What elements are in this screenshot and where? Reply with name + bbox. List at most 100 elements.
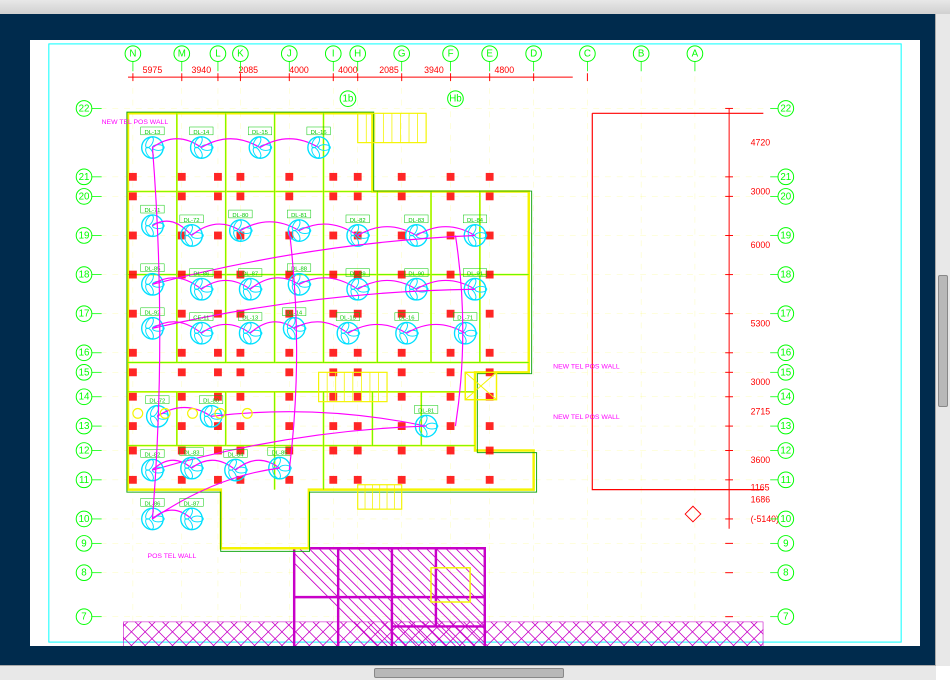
- column-marker: [129, 271, 137, 279]
- svg-text:J: J: [287, 49, 292, 60]
- svg-text:I: I: [332, 49, 335, 60]
- column-marker: [178, 368, 186, 376]
- svg-text:13: 13: [780, 421, 791, 432]
- wiring: [358, 227, 417, 236]
- column-marker: [329, 271, 337, 279]
- column-marker: [129, 349, 137, 357]
- column-marker: [354, 422, 362, 430]
- column-marker: [447, 393, 455, 401]
- svg-text:2085: 2085: [379, 65, 399, 75]
- toolbar[interactable]: [0, 0, 950, 15]
- svg-text:14: 14: [780, 392, 791, 403]
- column-marker: [486, 422, 494, 430]
- column-marker: [398, 192, 406, 200]
- light-point: [188, 408, 198, 418]
- svg-text:4000: 4000: [338, 65, 358, 75]
- column-marker: [398, 393, 406, 401]
- column-marker: [129, 368, 137, 376]
- column-marker: [129, 310, 137, 318]
- svg-text:20: 20: [780, 191, 791, 202]
- svg-text:NEW TEL POS WALL: NEW TEL POS WALL: [102, 119, 169, 126]
- column-marker: [285, 192, 293, 200]
- svg-text:8: 8: [81, 568, 86, 579]
- svg-text:3940: 3940: [424, 65, 444, 75]
- column-marker: [486, 447, 494, 455]
- svg-text:18: 18: [780, 270, 791, 281]
- column-marker: [447, 368, 455, 376]
- svg-text:POS TEL WALL: POS TEL WALL: [148, 553, 197, 560]
- column-marker: [178, 422, 186, 430]
- svg-text:H: H: [354, 49, 361, 60]
- column-marker: [237, 192, 245, 200]
- column-marker: [129, 476, 137, 484]
- column-marker: [329, 447, 337, 455]
- light-point: [133, 408, 143, 418]
- svg-text:16: 16: [79, 348, 90, 359]
- column-marker: [486, 349, 494, 357]
- drawing-paper[interactable]: DL-13DL-14DL-15DL-16DL-71DL-72DL-80DL-81…: [30, 40, 920, 646]
- drawing-viewport[interactable]: DL-13DL-14DL-15DL-16DL-71DL-72DL-80DL-81…: [0, 14, 950, 666]
- svg-text:11: 11: [781, 475, 791, 486]
- column-marker: [329, 192, 337, 200]
- column-marker: [214, 271, 222, 279]
- scroll-thumb-horizontal[interactable]: [374, 668, 563, 678]
- cad-drawing[interactable]: DL-13DL-14DL-15DL-16DL-71DL-72DL-80DL-81…: [30, 40, 920, 646]
- column-marker: [214, 232, 222, 240]
- column-marker: [354, 192, 362, 200]
- column-marker: [285, 393, 293, 401]
- svg-text:13: 13: [79, 421, 90, 432]
- column-marker: [329, 173, 337, 181]
- svg-text:3000: 3000: [751, 186, 771, 196]
- column-marker: [129, 192, 137, 200]
- column-marker: [178, 349, 186, 357]
- svg-text:19: 19: [780, 230, 791, 241]
- property-line: [592, 113, 763, 489]
- svg-text:NEW TEL POS WALL: NEW TEL POS WALL: [553, 414, 620, 421]
- svg-text:1686: 1686: [751, 494, 771, 504]
- svg-text:9: 9: [81, 538, 86, 549]
- svg-text:18: 18: [79, 270, 90, 281]
- column-marker: [237, 349, 245, 357]
- wiring: [152, 468, 279, 519]
- svg-text:7: 7: [81, 612, 86, 623]
- svg-text:15: 15: [780, 367, 791, 378]
- column-marker: [486, 476, 494, 484]
- column-marker: [214, 349, 222, 357]
- column-marker: [398, 447, 406, 455]
- svg-text:2085: 2085: [238, 65, 258, 75]
- svg-text:NEW TEL POS WALL: NEW TEL POS WALL: [553, 363, 620, 370]
- column-marker: [354, 393, 362, 401]
- scroll-thumb-vertical[interactable]: [938, 275, 948, 407]
- column-marker: [398, 422, 406, 430]
- column-marker: [354, 447, 362, 455]
- column-marker: [178, 173, 186, 181]
- scrollbar-vertical[interactable]: [935, 14, 950, 666]
- column-marker: [129, 173, 137, 181]
- svg-text:8: 8: [783, 568, 788, 579]
- svg-text:11: 11: [79, 475, 89, 486]
- stair: [319, 372, 387, 401]
- svg-text:C: C: [584, 49, 591, 60]
- svg-text:21: 21: [780, 172, 791, 183]
- column-marker: [447, 422, 455, 430]
- svg-text:3000: 3000: [751, 377, 771, 387]
- svg-text:1165: 1165: [751, 483, 770, 493]
- column-marker: [214, 368, 222, 376]
- column-marker: [285, 368, 293, 376]
- svg-text:6000: 6000: [751, 240, 771, 250]
- column-marker: [329, 422, 337, 430]
- column-marker: [129, 422, 137, 430]
- svg-text:L: L: [215, 49, 221, 60]
- column-marker: [354, 476, 362, 484]
- scrollbar-horizontal[interactable]: [0, 665, 936, 680]
- column-marker: [447, 349, 455, 357]
- ceiling-fan: [308, 136, 330, 159]
- column-marker: [354, 173, 362, 181]
- wiring: [201, 139, 260, 148]
- svg-text:9: 9: [783, 538, 788, 549]
- svg-text:5300: 5300: [751, 318, 771, 328]
- column-marker: [447, 173, 455, 181]
- column-marker: [214, 173, 222, 181]
- wiring: [358, 280, 417, 289]
- stair: [358, 485, 402, 509]
